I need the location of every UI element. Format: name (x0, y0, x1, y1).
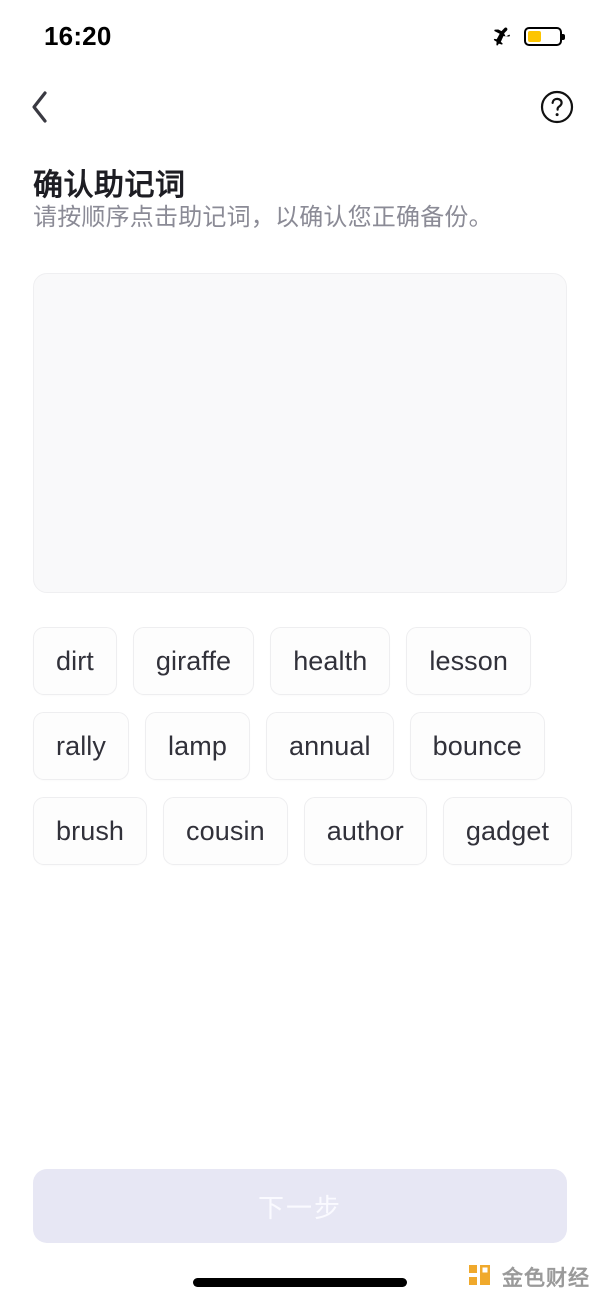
status-bar: 16:20 (0, 0, 600, 72)
next-button[interactable]: 下一步 (33, 1169, 567, 1243)
word-chip[interactable]: rally (33, 712, 130, 780)
jinse-finance-logo-icon (469, 1265, 490, 1285)
watermark-text: 金色财经 (502, 1267, 590, 1290)
help-button[interactable] (534, 84, 580, 130)
status-bar-indicators (488, 24, 565, 48)
chevron-left-icon (32, 91, 47, 123)
selected-words-dropzone[interactable] (33, 273, 567, 593)
word-chip[interactable]: dirt (33, 627, 117, 695)
status-bar-time: 16:20 (44, 20, 112, 51)
selected-words-list (34, 274, 566, 310)
word-chip[interactable]: author (303, 797, 427, 865)
word-chip[interactable]: bounce (409, 712, 545, 780)
watermark: 金色财经 (469, 1262, 590, 1292)
word-chip[interactable]: lamp (145, 712, 250, 780)
word-chip[interactable]: brush (33, 797, 148, 865)
word-chip[interactable]: lesson (406, 627, 532, 695)
navigation-bar (0, 72, 600, 142)
battery-fill (528, 30, 541, 42)
home-indicator-bar (193, 1278, 407, 1287)
word-chip[interactable]: annual (265, 712, 394, 780)
word-pool: dirt giraffe health lesson rally lamp annual bo… (33, 627, 573, 865)
back-button[interactable] (10, 78, 70, 136)
page-subtitle: 请按顺序点击助记词，以确认您正确备份。 (33, 204, 493, 231)
word-chip[interactable]: cousin (163, 797, 288, 865)
airplane-mode-icon (488, 24, 512, 48)
question-mark-circle-icon (540, 90, 574, 124)
battery-low-power-icon (524, 26, 565, 46)
word-chip[interactable]: giraffe (132, 627, 255, 695)
word-chip[interactable]: health (270, 627, 391, 695)
word-chip[interactable]: gadget (442, 797, 573, 865)
page-title: 确认助记词 (33, 169, 186, 202)
